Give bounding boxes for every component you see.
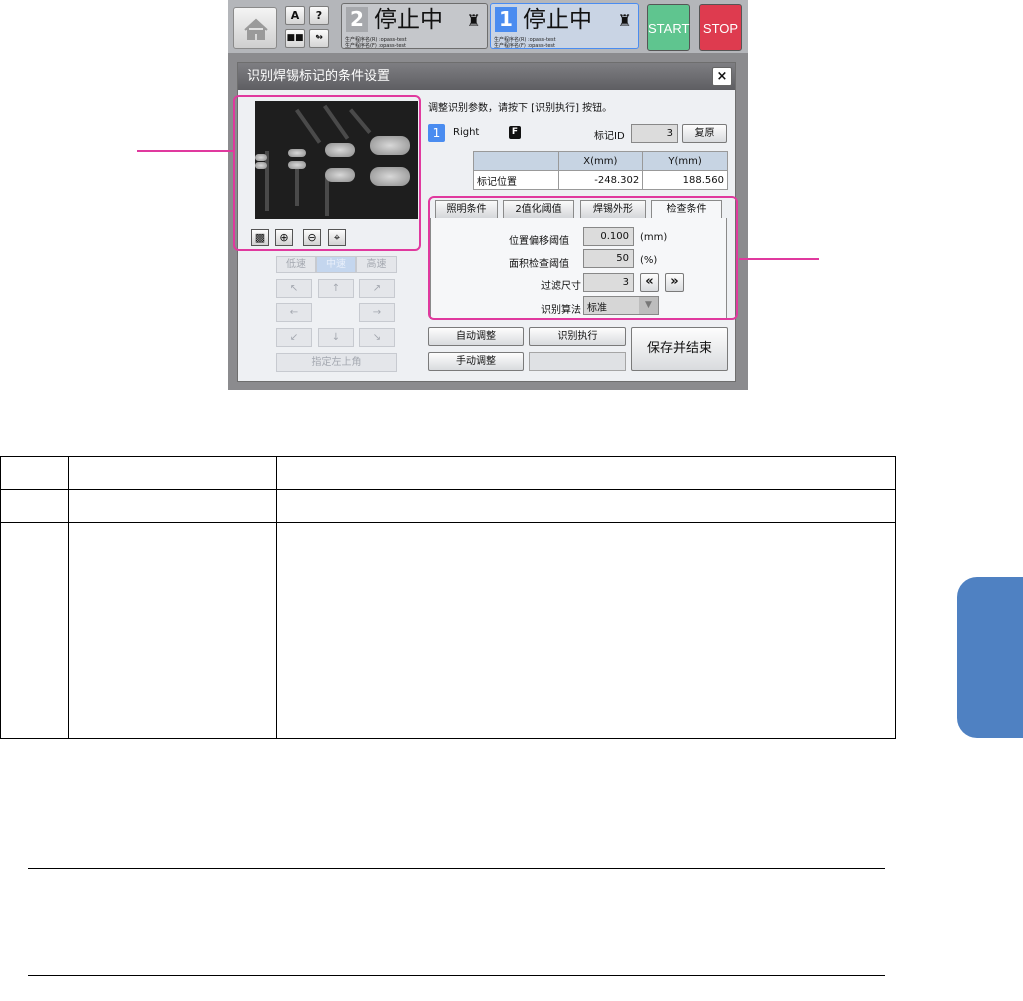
execute-recognition-button[interactable]: 识别执行	[529, 327, 626, 346]
col-y-header: Y(mm)	[642, 151, 728, 171]
program-icon: ♜	[466, 11, 481, 30]
program-icon: ♜	[617, 11, 632, 30]
lane-badge: 1	[428, 124, 445, 142]
mark-y-value: 188.560	[642, 170, 728, 190]
transfer-icon[interactable]: ↬	[309, 29, 329, 48]
program-names: 生产程序名(R) :opass-test 生产程序名(F) :opass-test	[494, 37, 556, 49]
mark-id-field[interactable]: 3	[631, 124, 678, 143]
instruction-text: 调整识别参数，请按下 [识别执行] 按钮。	[428, 103, 613, 114]
callout-line-right	[739, 258, 819, 260]
f-badge: F	[509, 126, 521, 139]
row-label: 标记位置	[473, 170, 559, 190]
program-names: 生产程序名(R) :opass-test 生产程序名(F) :opass-test	[345, 37, 407, 49]
auto-mode-button[interactable]: A	[285, 6, 305, 25]
callout-line-left	[137, 150, 234, 152]
help-button[interactable]: ?	[309, 6, 329, 25]
move-up-left-button[interactable]: ↖	[276, 279, 312, 298]
stop-button[interactable]: STOP	[699, 4, 742, 51]
lane-2-status[interactable]: 2 停止中 ♜ 生产程序名(R) :opass-test 生产程序名(F) :op…	[341, 3, 488, 49]
speed-mid-button[interactable]: 中速	[316, 256, 356, 273]
move-down-button[interactable]: ↓	[318, 328, 354, 347]
mark-id-label: 标记ID	[594, 131, 625, 142]
auto-adjust-button[interactable]: 自动调整	[428, 327, 524, 346]
status-field	[529, 352, 626, 371]
move-down-right-button[interactable]: ↘	[359, 328, 395, 347]
speed-high-button[interactable]: 高速	[356, 256, 397, 273]
move-up-right-button[interactable]: ↗	[359, 279, 395, 298]
chapter-tab	[957, 577, 1023, 738]
restore-button[interactable]: 复原	[682, 124, 727, 143]
lane-status-text: 停止中	[523, 7, 592, 33]
move-right-button[interactable]: →	[359, 303, 395, 322]
divider-bottom	[28, 975, 885, 976]
image-area-highlight	[233, 95, 421, 251]
mark-position-table: X(mm) Y(mm) 标记位置 -248.302 188.560	[473, 151, 728, 190]
home-icon	[244, 18, 268, 40]
set-top-left-button[interactable]: 指定左上角	[276, 353, 397, 372]
operator-icon[interactable]: ■■	[285, 29, 305, 48]
move-left-button[interactable]: ←	[276, 303, 312, 322]
move-down-left-button[interactable]: ↙	[276, 328, 312, 347]
lane-1-status[interactable]: 1 停止中 ♜ 生产程序名(R) :opass-test 生产程序名(F) :op…	[490, 3, 639, 49]
close-button[interactable]: ×	[712, 67, 732, 86]
col-x-header: X(mm)	[557, 151, 644, 171]
manual-adjust-button[interactable]: 手动调整	[428, 352, 524, 371]
move-up-button[interactable]: ↑	[318, 279, 354, 298]
speed-low-button[interactable]: 低速	[276, 256, 316, 273]
start-button[interactable]: START	[647, 4, 690, 51]
lane-number: 1	[495, 7, 517, 32]
side-label: Right	[453, 127, 480, 138]
mark-x-value: -248.302	[557, 170, 644, 190]
lane-number: 2	[346, 7, 368, 32]
save-and-exit-button[interactable]: 保存并结束	[631, 327, 728, 371]
description-table	[0, 456, 896, 739]
home-button[interactable]	[233, 7, 277, 49]
inspection-area-highlight	[428, 196, 738, 320]
lane-status-text: 停止中	[374, 7, 443, 33]
divider-top	[28, 868, 885, 869]
dialog-title: 识别焊锡标记的条件设置	[238, 63, 735, 90]
